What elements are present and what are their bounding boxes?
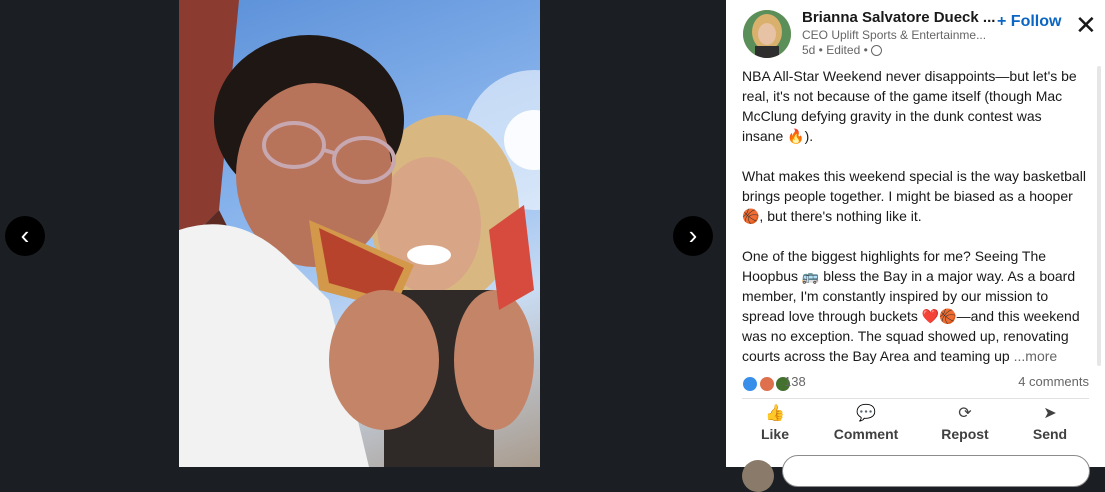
comment-composer	[742, 455, 1092, 492]
avatar-image	[743, 10, 791, 58]
current-user-avatar	[742, 460, 774, 492]
post-panel: Brianna Salvatore Dueck ... CEO Uplift S…	[726, 0, 1105, 492]
send-label: Send	[1032, 426, 1068, 442]
post-paragraph-text: One of the biggest highlights for me? Se…	[742, 248, 1080, 364]
previous-image-button[interactable]: ‹	[5, 216, 45, 256]
like-label: Like	[760, 426, 789, 442]
post-photo	[179, 0, 540, 467]
image-viewer: ‹ ›	[0, 0, 726, 467]
post-meta: 5d • Edited •	[802, 43, 882, 57]
author-name[interactable]: Brianna Salvatore Dueck ...	[802, 9, 995, 26]
post-paragraph: NBA All-Star Weekend never disappoints—b…	[742, 68, 1077, 144]
post-paragraph: What makes this weekend special is the w…	[742, 168, 1086, 224]
author-avatar[interactable]	[743, 10, 791, 58]
post-meta-text: 5d • Edited •	[802, 43, 868, 57]
like-button[interactable]: 👍 Like	[735, 404, 815, 442]
scrollbar[interactable]	[1097, 66, 1101, 366]
send-icon: ➤	[1043, 405, 1057, 422]
reaction-icons[interactable]	[742, 375, 792, 392]
photo-illustration	[179, 0, 540, 467]
post-paragraph: One of the biggest highlights for me? Se…	[742, 246, 1086, 366]
divider	[742, 398, 1089, 399]
action-bar: 👍 Like 💬 Comment ⟳ Repost ➤ Send	[726, 400, 1105, 448]
comments-count[interactable]: 4 comments	[1018, 374, 1089, 389]
send-button[interactable]: ➤ Send	[1010, 404, 1090, 442]
follow-button[interactable]: + Follow	[997, 13, 1061, 31]
love-reaction-icon	[758, 375, 775, 392]
next-image-button[interactable]: ›	[673, 216, 713, 256]
comment-label: Comment	[833, 426, 899, 442]
like-reaction-icon	[742, 375, 758, 392]
see-more-link[interactable]: ...more	[1014, 348, 1058, 364]
thumbs-up-icon: 👍	[765, 405, 785, 422]
comment-icon: 💬	[856, 405, 876, 422]
comment-input[interactable]	[782, 455, 1090, 487]
repost-label: Repost	[941, 426, 989, 442]
post-text: NBA All-Star Weekend never disappoints—b…	[742, 66, 1086, 366]
social-counts: 138 4 comments	[742, 373, 1089, 393]
repost-icon: ⟳	[958, 405, 972, 422]
author-headline: CEO Uplift Sports & Entertainme...	[802, 28, 987, 42]
globe-icon	[870, 45, 882, 56]
comment-button[interactable]: 💬 Comment	[826, 404, 906, 442]
reaction-count[interactable]: 138	[784, 374, 806, 389]
repost-button[interactable]: ⟳ Repost	[925, 404, 1005, 442]
close-icon[interactable]: ✕	[1075, 12, 1097, 38]
